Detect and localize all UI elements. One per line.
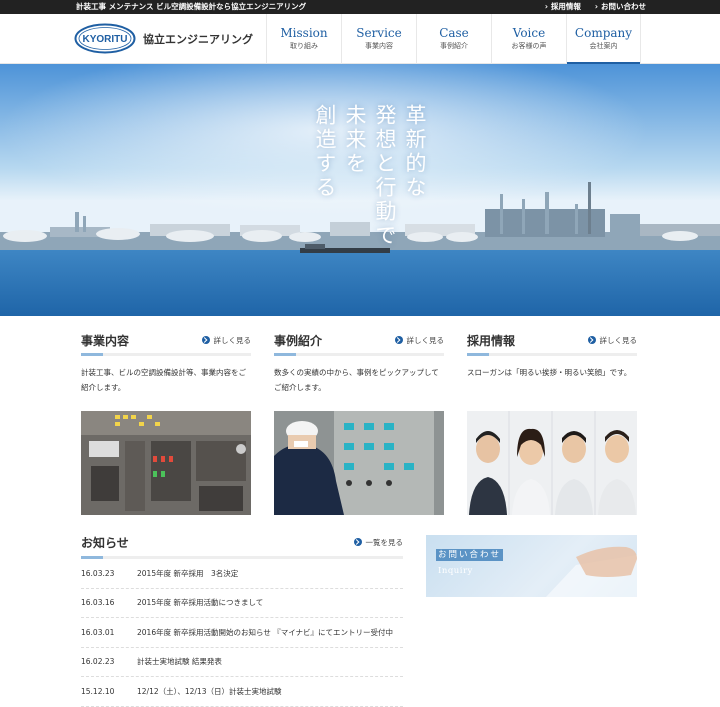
chevron-right-icon: › [544,2,548,11]
news-date: 16.03.23 [81,568,115,578]
news-more-link[interactable]: 一覧を見る [353,537,403,548]
news-item-title: 12/12（土）、12/13（日）計装士実地試験 [137,686,282,696]
logo-text: KYORITU [83,34,128,45]
recruit-more-link[interactable]: 詳しく見る [587,335,637,346]
news-item-title: 2016年度 新卒採用活動開始のお知らせ 『マイナビ』にてエントリー受付中 [137,627,394,637]
top-link-contact[interactable]: › お問い合わせ [595,0,646,14]
news-date: 15.12.10 [81,686,115,696]
chevron-right-icon: › [594,2,598,11]
hero-line-3: 未来を [343,104,367,176]
news-date: 16.02.23 [81,657,115,667]
hero-line-4: 創造する [313,104,337,200]
news-row[interactable]: 16.02.23 計装士実地試験 結果発表 [81,648,403,677]
case-column: 事例紹介 詳しく見る 数多くの実績の中から、事例をピックアップしてご紹介します。 [274,332,444,515]
nav-voice[interactable]: Voice お客様の声 [491,14,566,64]
news-row[interactable]: 15.12.10 12/12（土）、12/13（日）計装士実地試験 [81,677,403,707]
nav-case[interactable]: Case 事例紹介 [416,14,491,64]
nav-service[interactable]: Service 事業内容 [341,14,416,64]
news-item-title: 2015年度 新卒採用活動につきまして [137,598,264,608]
inquiry-banner[interactable]: お問い合わせ Inquiry [426,535,637,597]
column-text: スローガンは「明るい挨拶・明るい笑顔」です。 [467,368,632,377]
recruit-column: 採用情報 詳しく見る スローガンは「明るい挨拶・明るい笑顔」です。 [467,332,637,515]
news-item-title: 計装士実地試験 結果発表 [137,657,222,667]
news-date: 16.03.16 [81,598,115,608]
inquiry-jp-label: お問い合わせ [436,549,504,561]
news-row[interactable]: 16.03.01 2016年度 新卒採用活動開始のお知らせ 『マイナビ』にてエント… [81,618,403,648]
news-section: お知らせ 一覧を見る 16.03.23 2015年度 新卒採用 3名決定 16.0… [81,534,403,707]
hero-copy: 革新的な 発想と行動で 未来を 創造する [310,104,430,248]
site-header: KYORITU 協立エンジニアリング Mission 取り組み Service 事業… [0,14,720,65]
arrow-circle-icon [201,336,210,344]
column-text: 数多くの実績の中から、事例をピックアップしてご紹介します。 [274,368,439,392]
nav-mission[interactable]: Mission 取り組み [266,14,341,64]
title-underline [274,353,444,356]
news-row[interactable]: 16.03.16 2015年度 新卒採用活動につきまして [81,589,403,618]
arrow-circle-icon [394,336,403,344]
case-more-link[interactable]: 詳しく見る [394,335,444,346]
hero-banner: 革新的な 発想と行動で 未来を 創造する [0,64,720,316]
hero-line-1: 革新的な [403,104,427,200]
arrow-circle-icon [587,336,596,344]
top-link-recruit[interactable]: › 採用情報 [545,0,581,14]
site-tagline: 計装工事 メンテナンス ビル空調設備設計なら協立エンジニアリング [76,2,307,11]
nav-company[interactable]: Company 会社案内 [566,14,641,65]
service-photo[interactable] [81,411,251,515]
top-links: › 採用情報 › お問い合わせ [545,0,646,14]
case-photo[interactable] [274,411,444,515]
hero-line-2: 発想と行動で [373,104,397,248]
service-column: 事業内容 詳しく見る 計装工事、ビルの空調設備設計等、事業内容をご紹介します。 [81,332,251,515]
inquiry-en-label: Inquiry [438,566,473,576]
title-underline [467,353,637,356]
main-nav: Mission 取り組み Service 事業内容 Case 事例紹介 Voice お客… [266,14,641,65]
title-underline [81,353,251,356]
service-more-link[interactable]: 詳しく見る [201,335,251,346]
arrow-circle-icon [353,538,362,546]
news-date: 16.03.01 [81,627,115,637]
kyoritu-logo[interactable]: KYORITU [74,23,136,54]
news-row[interactable]: 16.03.23 2015年度 新卒採用 3名決定 [81,559,403,589]
column-text: 計装工事、ビルの空調設備設計等、事業内容をご紹介します。 [81,368,246,392]
top-bar: 計装工事 メンテナンス ビル空調設備設計なら協立エンジニアリング › 採用情報 ›… [0,0,720,14]
news-item-title: 2015年度 新卒採用 3名決定 [137,568,239,578]
recruit-photo[interactable] [467,411,637,515]
brand-name: 協立エンジニアリング [143,33,253,46]
